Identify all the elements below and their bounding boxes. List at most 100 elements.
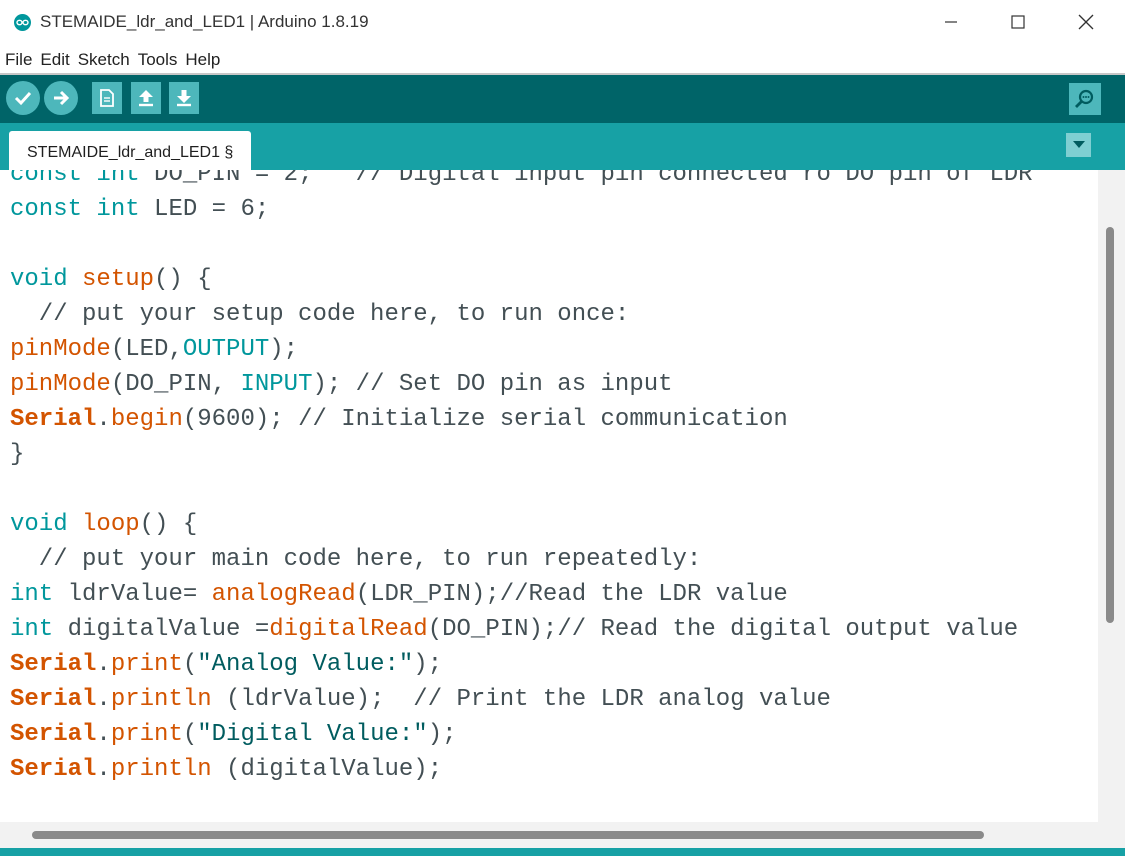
code-line[interactable]: Serial.print("Analog Value:"); [10, 650, 442, 680]
code-token: int [96, 170, 140, 188]
code-token: pinMode [10, 371, 111, 398]
minimize-button[interactable] [917, 0, 985, 44]
code-token: int [96, 196, 140, 223]
save-button[interactable] [169, 82, 199, 114]
code-token: Serial [10, 721, 97, 748]
toolbar [0, 75, 1125, 123]
verify-icon [14, 91, 32, 106]
code-token: void [10, 266, 68, 293]
tab-sketch-label: STEMAIDE_ldr_and_LED1 § [27, 144, 234, 161]
code-token: // put your setup code here, to run once… [10, 301, 630, 328]
code-token: . [96, 756, 111, 783]
code-token: pinMode [10, 336, 111, 363]
vertical-scrollbar[interactable] [1098, 170, 1125, 822]
code-line[interactable]: Serial.print("Digital Value:"); [10, 720, 457, 750]
code-token: ); // Set DO pin as input [312, 371, 673, 398]
new-sketch-button[interactable] [92, 82, 122, 114]
code-token: INPUT [240, 371, 313, 398]
tab-bar: STEMAIDE_ldr_and_LED1 § [0, 123, 1125, 170]
menu-file[interactable]: File [0, 50, 35, 70]
code-token: analogRead [211, 581, 356, 608]
code-token: println [110, 756, 212, 783]
code-line[interactable]: Serial.println (ldrValue); // Print the … [10, 685, 831, 715]
code-token: Serial [10, 686, 97, 713]
tab-menu-arrow-icon [1072, 141, 1085, 148]
code-line[interactable]: // put your main code here, to run repea… [10, 545, 702, 575]
code-token: int [10, 616, 54, 643]
horizontal-scrollbar[interactable] [0, 822, 1125, 848]
code-token: (LED, [110, 336, 183, 363]
upload-button[interactable] [44, 81, 78, 115]
code-token: void [10, 511, 68, 538]
vertical-scroll-thumb[interactable] [1106, 227, 1114, 623]
code-line[interactable]: void loop() { [10, 510, 197, 540]
horizontal-scroll-thumb[interactable] [32, 831, 984, 839]
code-token: OUTPUT [182, 336, 270, 363]
code-line[interactable]: pinMode(DO_PIN, INPUT); // Set DO pin as… [10, 370, 673, 400]
code-line[interactable]: pinMode(LED,OUTPUT); [10, 335, 298, 365]
code-token: () { [139, 511, 198, 538]
code-token: LED = 6; [139, 196, 270, 223]
code-token: } [10, 441, 25, 468]
code-token: setup [82, 266, 155, 293]
code-token: (DO_PIN, [110, 371, 241, 398]
code-line[interactable]: void setup() { [10, 265, 212, 295]
arduino-logo-icon [14, 14, 31, 31]
maximize-icon [1011, 15, 1025, 29]
code-token: print [110, 651, 183, 678]
code-token: (digitalValue); [211, 756, 443, 783]
code-line[interactable]: } [10, 440, 24, 470]
console-divider [0, 848, 1125, 856]
code-token: ); [427, 721, 457, 748]
code-token: (ldrValue); // Print the LDR analog valu… [211, 686, 831, 713]
code-token: ); [413, 651, 443, 678]
code-token: // put your main code here, to run repea… [10, 546, 702, 573]
code-token: () { [154, 266, 212, 293]
menu-tools[interactable]: Tools [133, 50, 181, 70]
code-token: begin [110, 406, 183, 433]
close-icon [1078, 14, 1094, 30]
serial-monitor-button[interactable] [1069, 83, 1101, 115]
tab-menu-button[interactable] [1066, 133, 1091, 157]
code-token: "Analog Value:" [197, 651, 414, 678]
code-line[interactable]: Serial.println (digitalValue); [10, 755, 442, 785]
new-icon [100, 89, 114, 107]
code-token: Serial [10, 406, 97, 433]
code-token: digitalValue = [53, 616, 270, 643]
save-icon [177, 90, 191, 107]
code-token: (LDR_PIN);//Read the LDR value [355, 581, 788, 608]
code-token: print [110, 721, 183, 748]
code-token: DO_PIN = 2; // Digital input pin connect… [139, 170, 1033, 188]
code-token: digitalRead [269, 616, 428, 643]
title-bar: STEMAIDE_ldr_and_LED1 | Arduino 1.8.19 [0, 0, 1125, 46]
code-token: ldrValue= [53, 581, 212, 608]
minimize-icon [945, 21, 957, 23]
code-line[interactable]: const int LED = 6; [10, 195, 269, 225]
maximize-button[interactable] [984, 0, 1052, 44]
code-editor[interactable]: const int DO_PIN = 2; // Digital input p… [0, 170, 1098, 822]
code-token: . [96, 406, 111, 433]
code-line[interactable]: int digitalValue =digitalRead(DO_PIN);//… [10, 615, 1018, 645]
tab-sketch[interactable]: STEMAIDE_ldr_and_LED1 § [9, 131, 251, 170]
code-token: Serial [10, 756, 97, 783]
code-line[interactable]: Serial.begin(9600); // Initialize serial… [10, 405, 788, 435]
code-token: int [10, 581, 54, 608]
code-token: (DO_PIN);// Read the digital output valu… [427, 616, 1019, 643]
code-line[interactable]: int ldrValue= analogRead(LDR_PIN);//Read… [10, 580, 788, 610]
menu-edit[interactable]: Edit [35, 50, 72, 70]
code-line[interactable]: const int DO_PIN = 2; // Digital input p… [10, 170, 1033, 190]
upload-icon [54, 90, 70, 106]
open-button[interactable] [131, 82, 161, 114]
code-token: const [10, 170, 83, 188]
code-token: loop [82, 511, 140, 538]
window-title: STEMAIDE_ldr_and_LED1 | Arduino 1.8.19 [40, 12, 369, 31]
close-button[interactable] [1052, 0, 1120, 44]
verify-button[interactable] [6, 81, 40, 115]
menu-sketch[interactable]: Sketch [73, 50, 133, 70]
menu-help[interactable]: Help [180, 50, 223, 70]
menu-bar: File Edit Sketch Tools Help [0, 46, 1125, 73]
code-line[interactable]: // put your setup code here, to run once… [10, 300, 630, 330]
